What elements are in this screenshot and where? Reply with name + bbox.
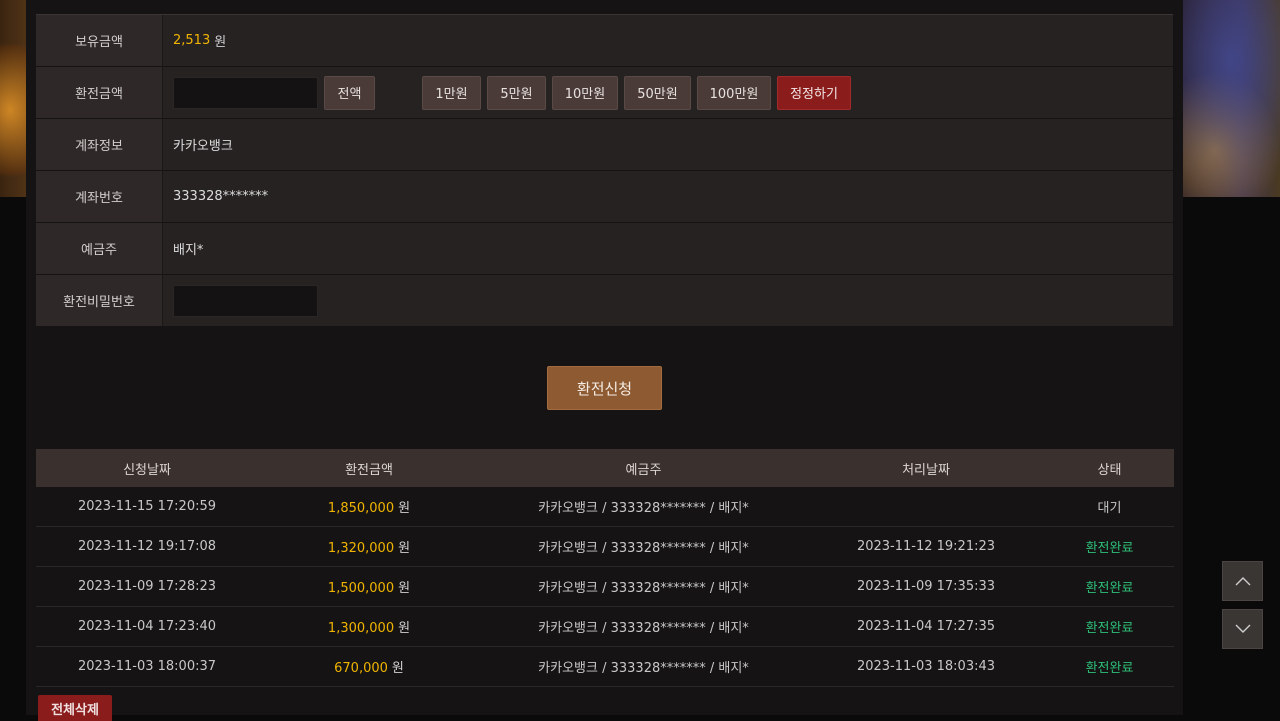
row-processed: 2023-11-03 18:03:43 [856,659,996,674]
delete-all-button[interactable]: 전체삭제 [38,695,112,721]
table-header: 신청날짜 환전금액 예금주 처리날짜 상태 [36,449,1174,487]
row-amount: 1,300,000 [327,621,395,636]
account-label: 계좌번호 [36,171,163,222]
row-date: 2023-11-09 17:28:23 [77,579,217,594]
balance-label: 보유금액 [36,15,163,66]
row-holder: 카카오뱅크 / 333328******* / 배지* [538,581,749,596]
scroll-top-button[interactable] [1222,561,1263,601]
amount-label: 환전금액 [36,67,163,118]
row-amount-unit: 원 [398,541,411,556]
row-holder: 카카오뱅크 / 333328******* / 배지* [538,541,749,556]
holder-row: 예금주 배지* [36,223,1173,275]
row-processed: 2023-11-04 17:27:35 [856,619,996,634]
bank-value: 카카오뱅크 [163,119,1173,170]
header-status: 상태 [1097,462,1122,478]
header-amount: 환전금액 [345,462,393,478]
account-row: 계좌번호 333328******* [36,171,1173,223]
amount-input[interactable] [173,76,318,109]
row-date: 2023-11-12 19:17:08 [77,539,217,554]
all-amount-button[interactable]: 전액 [324,75,375,110]
row-holder: 카카오뱅크 / 333328******* / 배지* [538,621,749,636]
password-row: 환전비밀번호 [36,275,1173,327]
row-amount-unit: 원 [391,661,404,676]
row-amount: 1,500,000 [327,581,395,596]
bank-row: 계좌정보 카카오뱅크 [36,119,1173,171]
exchange-form: 보유금액 2,513 원 환전금액 전액 1만원 5만원 10만원 50만원 1… [36,14,1173,327]
row-status: 대기 [1097,501,1122,516]
row-amount: 1,320,000 [327,541,395,556]
chevron-down-icon [1235,624,1250,633]
row-holder: 카카오뱅크 / 333328******* / 배지* [538,661,749,676]
add-50k-button[interactable]: 5만원 [487,75,546,110]
row-processed: 2023-11-09 17:35:33 [856,579,996,594]
row-status: 환전완료 [1085,541,1134,556]
row-date: 2023-11-04 17:23:40 [77,619,217,634]
header-holder: 예금주 [625,462,662,478]
bank-label: 계좌정보 [36,119,163,170]
account-value: 333328******* [163,171,1173,222]
table-row: 2023-11-09 17:28:23 1,500,000 원 카카오뱅크 / 3… [36,567,1174,607]
row-amount-unit: 원 [398,621,411,636]
row-amount: 1,850,000 [327,501,395,516]
password-label: 환전비밀번호 [36,275,163,326]
table-row: 2023-11-04 17:23:40 1,300,000 원 카카오뱅크 / 3… [36,607,1174,647]
header-processed: 처리날짜 [902,462,950,478]
add-100k-button[interactable]: 10만원 [552,75,618,110]
row-processed: 2023-11-12 19:21:23 [856,539,996,554]
add-500k-button[interactable]: 50만원 [624,75,691,110]
table-row: 2023-11-12 19:17:08 1,320,000 원 카카오뱅크 / 3… [36,527,1174,567]
row-date: 2023-11-03 18:00:37 [77,659,217,674]
holder-value: 배지* [163,223,1173,274]
exchange-history-table: 신청날짜 환전금액 예금주 처리날짜 상태 2023-11-15 17:20:5… [36,449,1174,687]
password-input[interactable] [173,284,318,317]
balance-value: 2,513 [173,33,211,48]
add-10k-button[interactable]: 1만원 [422,75,481,110]
row-status: 환전완료 [1085,621,1134,636]
row-date: 2023-11-15 17:20:59 [77,499,217,514]
row-status: 환전완료 [1085,661,1134,676]
header-date: 신청날짜 [123,462,171,478]
add-1m-button[interactable]: 100만원 [697,75,771,110]
table-row: 2023-11-15 17:20:59 1,850,000 원 카카오뱅크 / 3… [36,487,1174,527]
reset-button[interactable]: 정정하기 [777,75,851,110]
row-holder: 카카오뱅크 / 333328******* / 배지* [538,501,749,516]
table-row: 2023-11-03 18:00:37 670,000 원 카카오뱅크 / 333… [36,647,1174,687]
row-amount-unit: 원 [398,581,411,596]
amount-row: 환전금액 전액 1만원 5만원 10만원 50만원 100만원 정정하기 [36,67,1173,119]
exchange-submit-button[interactable]: 환전신청 [547,366,662,410]
balance-row: 보유금액 2,513 원 [36,15,1173,67]
chevron-up-icon [1235,577,1250,586]
scroll-bottom-button[interactable] [1222,609,1263,649]
row-status: 환전완료 [1085,581,1134,596]
row-amount-unit: 원 [398,501,411,516]
holder-label: 예금주 [36,223,163,274]
row-amount: 670,000 [334,661,388,676]
balance-unit: 원 [214,35,227,50]
